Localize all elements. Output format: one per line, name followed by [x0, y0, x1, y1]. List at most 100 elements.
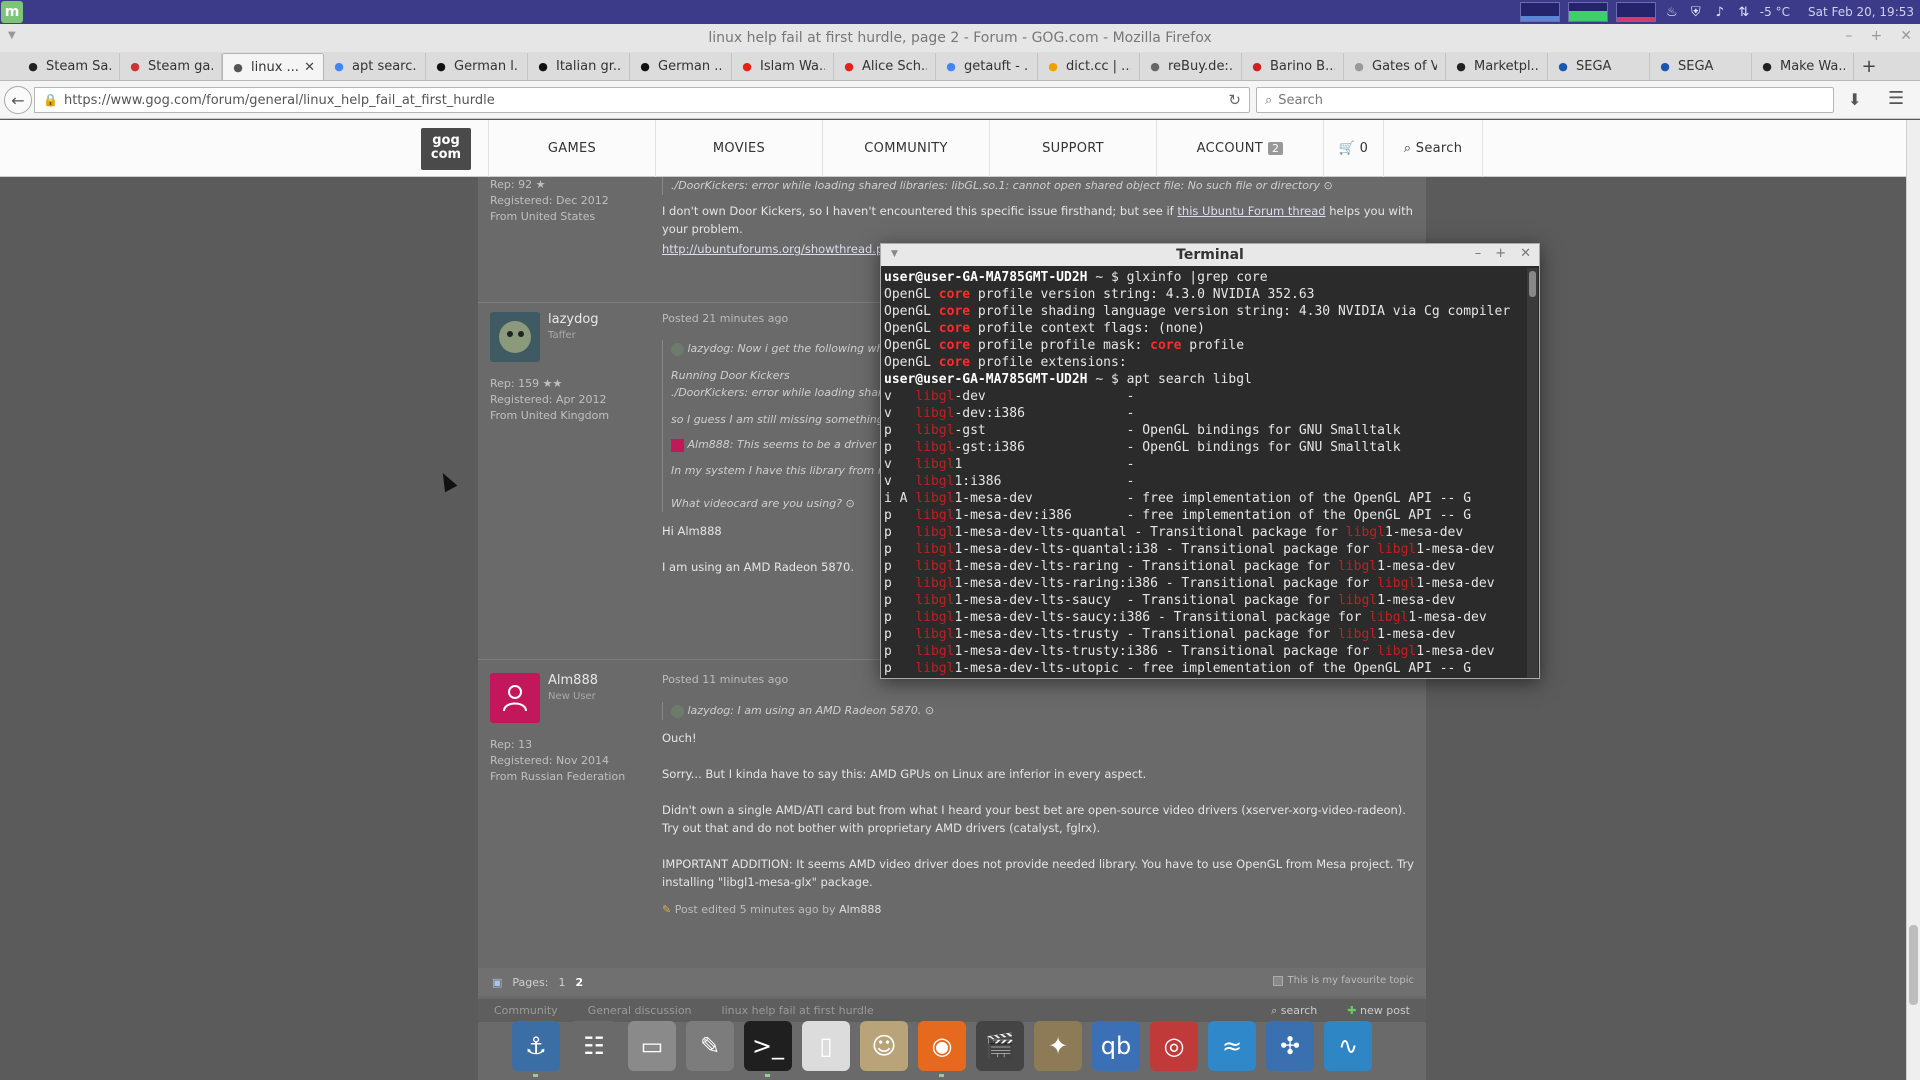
tab-2[interactable]: ● linux ... ✕ [222, 53, 324, 80]
new-tab-button[interactable]: + [1854, 53, 1884, 80]
settings-dock-icon[interactable]: ✎ [686, 1021, 734, 1071]
tab-14[interactable]: ● Marketpl... [1446, 53, 1548, 80]
author-from: From Russian Federation [490, 770, 626, 783]
edited-by-user[interactable]: Alm888 [839, 903, 881, 916]
search-bar[interactable]: ⌕ Search [1256, 87, 1834, 113]
avatar[interactable] [490, 312, 540, 362]
tab-17[interactable]: ● Make Wa... [1752, 53, 1854, 80]
url-bar[interactable]: 🔒 https://www.gog.com/forum/general/linu… [34, 87, 1250, 113]
terminal-prompt-line: user@user-GA-MA785GMT-UD2H ~ $ apt searc… [884, 372, 1252, 387]
youtube-icon: ● [742, 60, 752, 73]
tab-3[interactable]: ● apt searc... [324, 53, 426, 80]
mint-menu-icon[interactable]: m [1, 1, 23, 23]
quote-link-icon[interactable]: ⊙ [925, 704, 934, 717]
memory-graph[interactable] [1567, 2, 1608, 22]
disc-dock-icon[interactable]: ◎ [1150, 1021, 1198, 1071]
post-body: Posted 11 minutes ago lazydog: I am usin… [662, 671, 1414, 919]
weather-text[interactable]: -5 °C [1760, 5, 1790, 19]
terminal-window[interactable]: ▼ Terminal – + ✕ user@user-GA-MA785GMT-U… [880, 243, 1540, 679]
window-menu-icon[interactable]: ▼ [8, 30, 16, 41]
terminal-dock-icon[interactable]: >_ [744, 1021, 792, 1077]
tab-16[interactable]: ● SEGA [1650, 53, 1752, 80]
terminal-titlebar[interactable]: ▼ Terminal – + ✕ [881, 244, 1539, 266]
hamburger-menu-icon[interactable]: ☰ [1888, 88, 1904, 109]
window-titlebar[interactable]: ▼ linux help fail at first hurdle, page … [0, 24, 1920, 52]
scroll-thumb[interactable] [1909, 925, 1918, 1005]
qbittorrent-dock-icon[interactable]: qb [1092, 1021, 1140, 1071]
author-name[interactable]: lazydog [548, 312, 599, 328]
firefox-dock-icon[interactable]: ◉ [918, 1021, 966, 1077]
nav-search[interactable]: ⌕ Search [1383, 120, 1483, 177]
anchor-dock-icon[interactable]: ⚓ [512, 1021, 560, 1077]
post-paragraph: IMPORTANT ADDITION: It seems AMD video d… [662, 857, 1414, 889]
tab-7[interactable]: ● Islam Wa... [732, 53, 834, 80]
minimize-icon[interactable]: – [1475, 246, 1482, 261]
tab-6[interactable]: ● German ... [630, 53, 732, 80]
steam-tray-icon[interactable]: ♨ [1664, 4, 1680, 20]
window-title: linux help fail at first hurdle, page 2 … [708, 30, 1212, 46]
terminal-controls: – + ✕ [1475, 246, 1531, 261]
nav-account[interactable]: ACCOUNT 2 [1156, 120, 1323, 177]
close-icon[interactable]: ✕ [1900, 28, 1912, 44]
volume-icon[interactable]: ♪ [1712, 4, 1728, 20]
gimp2-dock-icon[interactable]: ✦ [1034, 1021, 1082, 1071]
ubuntu-forum-link[interactable]: this Ubuntu Forum thread [1177, 204, 1325, 218]
monitor-dock-icon[interactable]: ∿ [1324, 1021, 1372, 1071]
cpu-graph[interactable] [1519, 2, 1560, 22]
terminal-menu-icon[interactable]: ▼ [891, 249, 898, 259]
lock-icon[interactable]: 🔒 [43, 93, 58, 107]
drive-dock-icon[interactable]: ▭ [628, 1021, 676, 1071]
tab-1[interactable]: ● Steam ga... [120, 53, 222, 80]
nav-community[interactable]: COMMUNITY [822, 120, 989, 177]
tab-9[interactable]: ● getauft - ... [936, 53, 1038, 80]
tab-10[interactable]: ● dict.cc | ... [1038, 53, 1140, 80]
nav-movies[interactable]: MOVIES [655, 120, 822, 177]
network-icon[interactable]: ⇅ [1736, 4, 1752, 20]
search-placeholder[interactable]: Search [1278, 93, 1323, 108]
avatar[interactable] [490, 673, 540, 723]
maximize-icon[interactable]: + [1871, 28, 1883, 44]
page-1-link[interactable]: 1 [558, 976, 565, 989]
close-tab-icon[interactable]: ✕ [304, 60, 315, 75]
favourite-checkbox[interactable] [1272, 975, 1283, 986]
tab-4[interactable]: ● German l... [426, 53, 528, 80]
back-button[interactable]: ← [4, 86, 32, 114]
terminal-scroll-thumb[interactable] [1529, 271, 1536, 297]
close-icon[interactable]: ✕ [1520, 246, 1531, 261]
download-icon[interactable]: ⬇ [1848, 90, 1861, 109]
terminal-output[interactable]: user@user-GA-MA785GMT-UD2H ~ $ glxinfo |… [884, 269, 1525, 678]
favourite-topic-toggle[interactable]: This is my favourite topic [1272, 975, 1414, 986]
mixer-dock-icon[interactable]: ☷ [570, 1021, 618, 1071]
tab-12[interactable]: ● Barino B... [1242, 53, 1344, 80]
page-icon: ● [1354, 60, 1364, 73]
marketplace-icon: ● [1456, 60, 1466, 73]
author-name[interactable]: Alm888 [548, 673, 598, 689]
network-dock-icon[interactable]: ✣ [1266, 1021, 1314, 1071]
page-scrollbar[interactable] [1906, 120, 1920, 1080]
maximize-icon[interactable]: + [1495, 246, 1506, 261]
files-dock-icon[interactable]: ▯ [802, 1021, 850, 1071]
tab-0[interactable]: ● Steam Sa... [18, 53, 120, 80]
tab-15[interactable]: ● SEGA [1548, 53, 1650, 80]
terminal-scrollbar[interactable] [1527, 268, 1538, 678]
gog-logo[interactable]: gog com [421, 128, 471, 170]
quote-link-icon[interactable]: ⊙ [1324, 179, 1333, 192]
minimize-icon[interactable]: – [1846, 28, 1853, 44]
shield-icon[interactable]: ⛨ [1688, 4, 1704, 20]
dolphin-dock-icon[interactable]: ≈ [1208, 1021, 1256, 1071]
network-graph[interactable] [1615, 2, 1656, 22]
clapper-dock-icon[interactable]: 🎬 [976, 1021, 1024, 1071]
nav-games[interactable]: GAMES [488, 120, 655, 177]
url-text[interactable]: https://www.gog.com/forum/general/linux_… [64, 93, 495, 108]
tab-13[interactable]: ● Gates of Vien... [1344, 53, 1446, 80]
quote-link-icon[interactable]: ⊙ [846, 497, 855, 510]
reload-icon[interactable]: ↻ [1228, 91, 1241, 109]
gimp-dock-icon[interactable]: ☺ [860, 1021, 908, 1071]
tab-8[interactable]: ● Alice Sch... [834, 53, 936, 80]
system-tray: ♨ ⛨ ♪ ⇅ -5 °C Sat Feb 20, 19:53 [1519, 0, 1914, 24]
nav-cart[interactable]: 🛒 0 [1323, 120, 1383, 177]
tab-5[interactable]: ● Italian gr... [528, 53, 630, 80]
nav-support[interactable]: SUPPORT [989, 120, 1156, 177]
tab-11[interactable]: ● reBuy.de:... [1140, 53, 1242, 80]
clock[interactable]: Sat Feb 20, 19:53 [1808, 5, 1914, 19]
